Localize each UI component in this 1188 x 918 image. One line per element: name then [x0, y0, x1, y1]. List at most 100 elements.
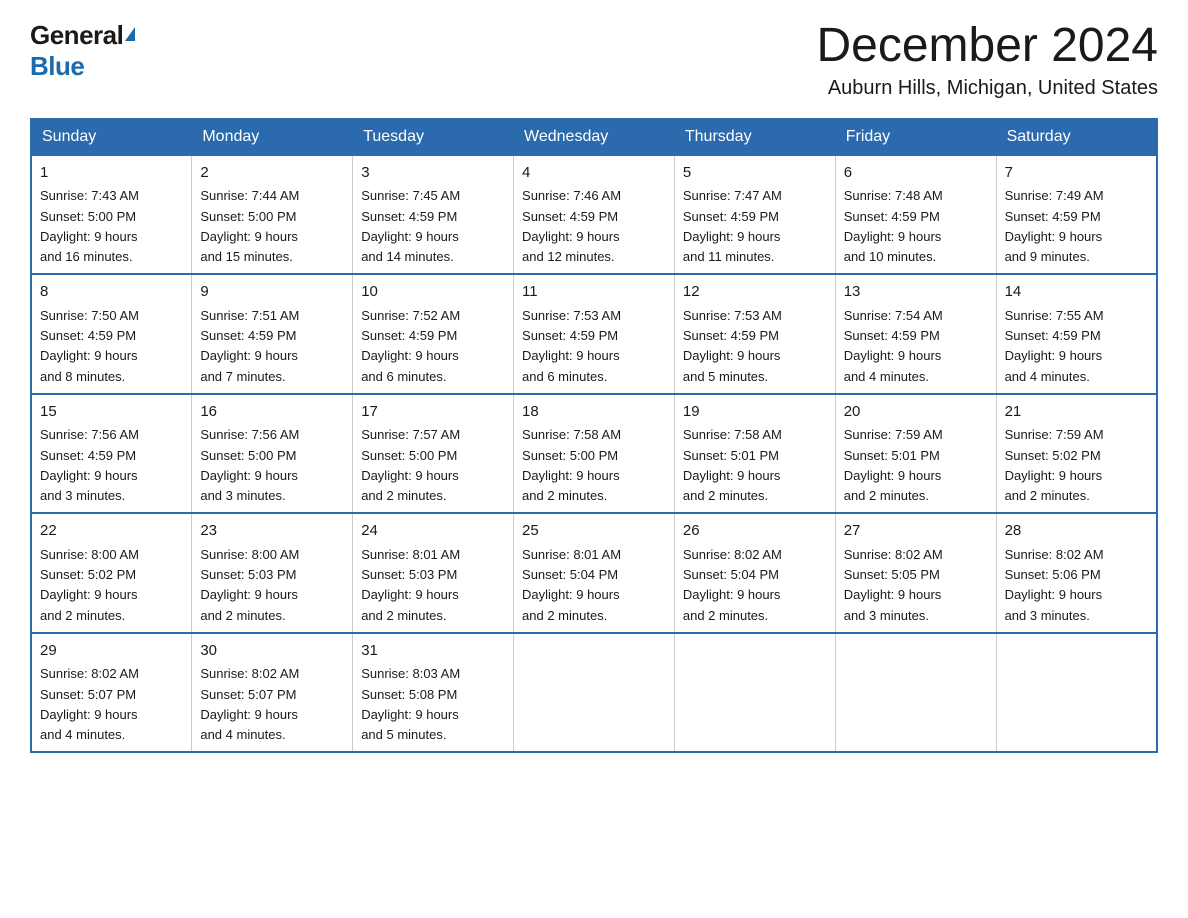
- day-number: 30: [200, 640, 344, 663]
- cell-content: Sunrise: 8:02 AMSunset: 5:07 PMDaylight:…: [200, 666, 299, 742]
- location-title: Auburn Hills, Michigan, United States: [816, 77, 1158, 100]
- cell-content: Sunrise: 7:53 AMSunset: 4:59 PMDaylight:…: [522, 308, 621, 384]
- day-number: 19: [683, 401, 827, 424]
- day-number: 7: [1005, 162, 1148, 185]
- day-number: 27: [844, 520, 988, 543]
- cell-content: Sunrise: 7:58 AMSunset: 5:00 PMDaylight:…: [522, 427, 621, 503]
- weekday-header-monday: Monday: [192, 119, 353, 155]
- cell-content: Sunrise: 7:47 AMSunset: 4:59 PMDaylight:…: [683, 188, 782, 264]
- day-number: 10: [361, 281, 505, 304]
- cell-content: Sunrise: 8:00 AMSunset: 5:03 PMDaylight:…: [200, 547, 299, 623]
- calendar-cell: 11 Sunrise: 7:53 AMSunset: 4:59 PMDaylig…: [514, 274, 675, 394]
- calendar-cell: 16 Sunrise: 7:56 AMSunset: 5:00 PMDaylig…: [192, 394, 353, 514]
- month-title: December 2024: [816, 20, 1158, 73]
- calendar-cell: 23 Sunrise: 8:00 AMSunset: 5:03 PMDaylig…: [192, 513, 353, 633]
- cell-content: Sunrise: 8:02 AMSunset: 5:06 PMDaylight:…: [1005, 547, 1104, 623]
- cell-content: Sunrise: 7:50 AMSunset: 4:59 PMDaylight:…: [40, 308, 139, 384]
- calendar-week-row: 22 Sunrise: 8:00 AMSunset: 5:02 PMDaylig…: [31, 513, 1157, 633]
- weekday-header-friday: Friday: [835, 119, 996, 155]
- cell-content: Sunrise: 7:43 AMSunset: 5:00 PMDaylight:…: [40, 188, 139, 264]
- calendar-cell: 17 Sunrise: 7:57 AMSunset: 5:00 PMDaylig…: [353, 394, 514, 514]
- calendar-cell: 19 Sunrise: 7:58 AMSunset: 5:01 PMDaylig…: [674, 394, 835, 514]
- calendar-cell: 15 Sunrise: 7:56 AMSunset: 4:59 PMDaylig…: [31, 394, 192, 514]
- calendar-cell: 25 Sunrise: 8:01 AMSunset: 5:04 PMDaylig…: [514, 513, 675, 633]
- logo-general-text: General: [30, 20, 123, 51]
- day-number: 16: [200, 401, 344, 424]
- calendar-cell: [996, 633, 1157, 753]
- day-number: 28: [1005, 520, 1148, 543]
- day-number: 3: [361, 162, 505, 185]
- cell-content: Sunrise: 7:54 AMSunset: 4:59 PMDaylight:…: [844, 308, 943, 384]
- calendar-cell: 6 Sunrise: 7:48 AMSunset: 4:59 PMDayligh…: [835, 155, 996, 275]
- calendar-cell: 26 Sunrise: 8:02 AMSunset: 5:04 PMDaylig…: [674, 513, 835, 633]
- cell-content: Sunrise: 7:49 AMSunset: 4:59 PMDaylight:…: [1005, 188, 1104, 264]
- weekday-header-tuesday: Tuesday: [353, 119, 514, 155]
- cell-content: Sunrise: 8:02 AMSunset: 5:04 PMDaylight:…: [683, 547, 782, 623]
- calendar-cell: 28 Sunrise: 8:02 AMSunset: 5:06 PMDaylig…: [996, 513, 1157, 633]
- day-number: 24: [361, 520, 505, 543]
- calendar-week-row: 15 Sunrise: 7:56 AMSunset: 4:59 PMDaylig…: [31, 394, 1157, 514]
- calendar-cell: 12 Sunrise: 7:53 AMSunset: 4:59 PMDaylig…: [674, 274, 835, 394]
- calendar-cell: 31 Sunrise: 8:03 AMSunset: 5:08 PMDaylig…: [353, 633, 514, 753]
- day-number: 25: [522, 520, 666, 543]
- cell-content: Sunrise: 7:56 AMSunset: 4:59 PMDaylight:…: [40, 427, 139, 503]
- calendar-cell: 4 Sunrise: 7:46 AMSunset: 4:59 PMDayligh…: [514, 155, 675, 275]
- weekday-header-saturday: Saturday: [996, 119, 1157, 155]
- calendar-cell: 21 Sunrise: 7:59 AMSunset: 5:02 PMDaylig…: [996, 394, 1157, 514]
- cell-content: Sunrise: 8:00 AMSunset: 5:02 PMDaylight:…: [40, 547, 139, 623]
- day-number: 31: [361, 640, 505, 663]
- page-header: General Blue December 2024 Auburn Hills,…: [30, 20, 1158, 100]
- day-number: 17: [361, 401, 505, 424]
- cell-content: Sunrise: 7:52 AMSunset: 4:59 PMDaylight:…: [361, 308, 460, 384]
- day-number: 15: [40, 401, 183, 424]
- calendar-cell: 3 Sunrise: 7:45 AMSunset: 4:59 PMDayligh…: [353, 155, 514, 275]
- day-number: 9: [200, 281, 344, 304]
- day-number: 1: [40, 162, 183, 185]
- calendar-cell: [674, 633, 835, 753]
- cell-content: Sunrise: 7:55 AMSunset: 4:59 PMDaylight:…: [1005, 308, 1104, 384]
- calendar-cell: 2 Sunrise: 7:44 AMSunset: 5:00 PMDayligh…: [192, 155, 353, 275]
- calendar-week-row: 29 Sunrise: 8:02 AMSunset: 5:07 PMDaylig…: [31, 633, 1157, 753]
- day-number: 2: [200, 162, 344, 185]
- calendar-cell: 9 Sunrise: 7:51 AMSunset: 4:59 PMDayligh…: [192, 274, 353, 394]
- logo: General Blue: [30, 20, 135, 82]
- logo-triangle-icon: [125, 27, 135, 41]
- cell-content: Sunrise: 8:01 AMSunset: 5:03 PMDaylight:…: [361, 547, 460, 623]
- cell-content: Sunrise: 7:58 AMSunset: 5:01 PMDaylight:…: [683, 427, 782, 503]
- calendar-cell: 20 Sunrise: 7:59 AMSunset: 5:01 PMDaylig…: [835, 394, 996, 514]
- day-number: 5: [683, 162, 827, 185]
- calendar-cell: 5 Sunrise: 7:47 AMSunset: 4:59 PMDayligh…: [674, 155, 835, 275]
- day-number: 20: [844, 401, 988, 424]
- calendar-cell: 30 Sunrise: 8:02 AMSunset: 5:07 PMDaylig…: [192, 633, 353, 753]
- day-number: 8: [40, 281, 183, 304]
- cell-content: Sunrise: 8:03 AMSunset: 5:08 PMDaylight:…: [361, 666, 460, 742]
- cell-content: Sunrise: 8:01 AMSunset: 5:04 PMDaylight:…: [522, 547, 621, 623]
- day-number: 22: [40, 520, 183, 543]
- day-number: 21: [1005, 401, 1148, 424]
- calendar-week-row: 1 Sunrise: 7:43 AMSunset: 5:00 PMDayligh…: [31, 155, 1157, 275]
- day-number: 6: [844, 162, 988, 185]
- day-number: 12: [683, 281, 827, 304]
- calendar-cell: 27 Sunrise: 8:02 AMSunset: 5:05 PMDaylig…: [835, 513, 996, 633]
- cell-content: Sunrise: 7:59 AMSunset: 5:02 PMDaylight:…: [1005, 427, 1104, 503]
- day-number: 18: [522, 401, 666, 424]
- calendar-cell: 13 Sunrise: 7:54 AMSunset: 4:59 PMDaylig…: [835, 274, 996, 394]
- calendar-cell: [835, 633, 996, 753]
- cell-content: Sunrise: 7:53 AMSunset: 4:59 PMDaylight:…: [683, 308, 782, 384]
- calendar-cell: 22 Sunrise: 8:00 AMSunset: 5:02 PMDaylig…: [31, 513, 192, 633]
- calendar-cell: 24 Sunrise: 8:01 AMSunset: 5:03 PMDaylig…: [353, 513, 514, 633]
- cell-content: Sunrise: 8:02 AMSunset: 5:07 PMDaylight:…: [40, 666, 139, 742]
- day-number: 4: [522, 162, 666, 185]
- cell-content: Sunrise: 7:46 AMSunset: 4:59 PMDaylight:…: [522, 188, 621, 264]
- calendar-header-row: SundayMondayTuesdayWednesdayThursdayFrid…: [31, 119, 1157, 155]
- day-number: 13: [844, 281, 988, 304]
- cell-content: Sunrise: 7:45 AMSunset: 4:59 PMDaylight:…: [361, 188, 460, 264]
- cell-content: Sunrise: 7:56 AMSunset: 5:00 PMDaylight:…: [200, 427, 299, 503]
- calendar-cell: 18 Sunrise: 7:58 AMSunset: 5:00 PMDaylig…: [514, 394, 675, 514]
- weekday-header-thursday: Thursday: [674, 119, 835, 155]
- calendar-cell: [514, 633, 675, 753]
- logo-blue-text: Blue: [30, 51, 84, 82]
- calendar-cell: 10 Sunrise: 7:52 AMSunset: 4:59 PMDaylig…: [353, 274, 514, 394]
- calendar-week-row: 8 Sunrise: 7:50 AMSunset: 4:59 PMDayligh…: [31, 274, 1157, 394]
- cell-content: Sunrise: 7:48 AMSunset: 4:59 PMDaylight:…: [844, 188, 943, 264]
